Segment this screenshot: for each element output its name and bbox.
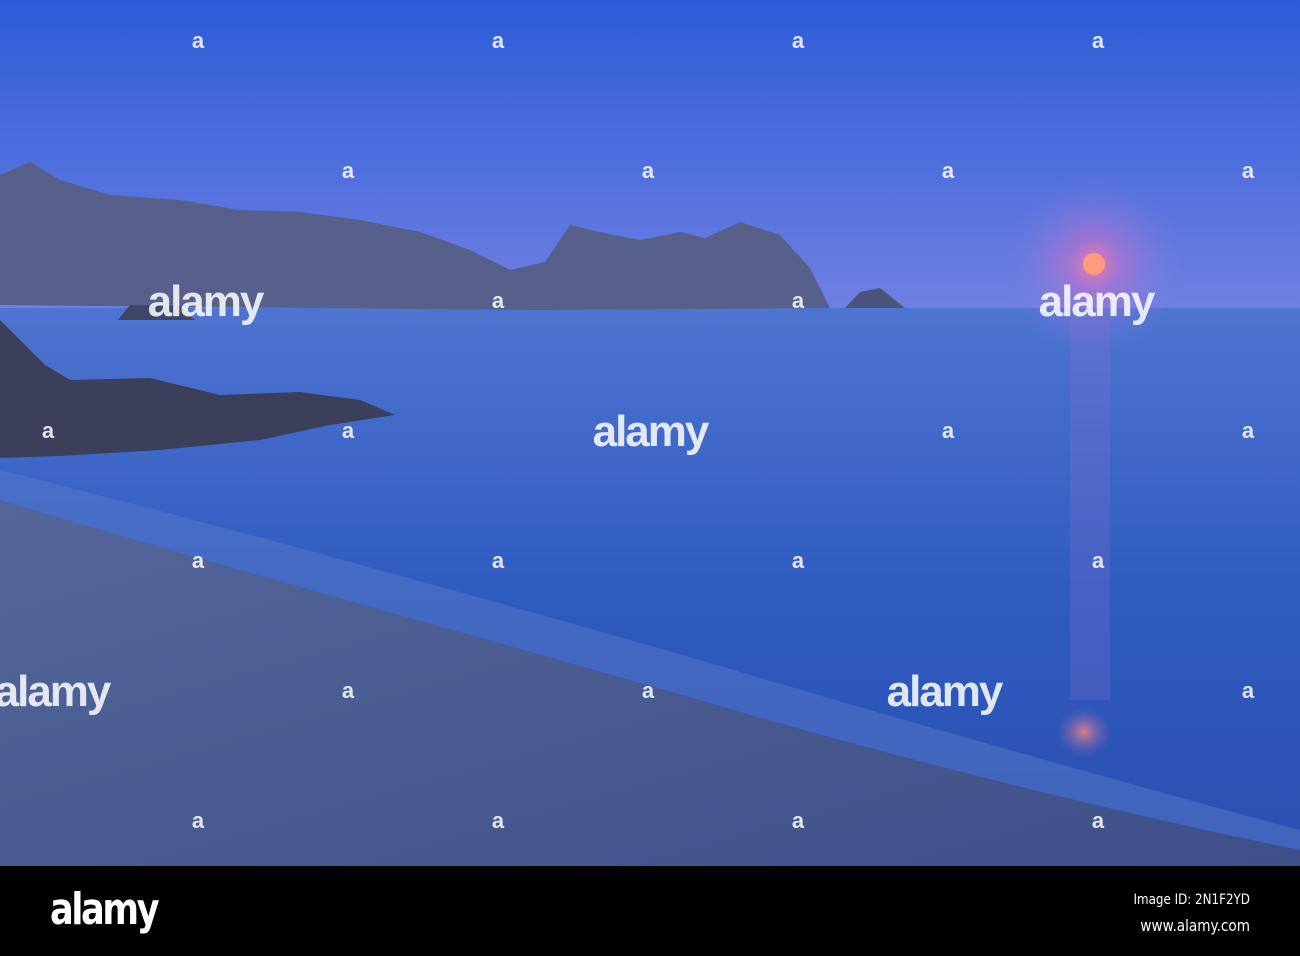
- svg-text:a: a: [1242, 158, 1255, 183]
- svg-text:a: a: [192, 548, 205, 573]
- svg-text:a: a: [1092, 548, 1105, 573]
- svg-text:a: a: [792, 548, 805, 573]
- svg-text:a: a: [192, 28, 205, 53]
- moon: [1083, 253, 1105, 275]
- svg-text:a: a: [792, 28, 805, 53]
- svg-text:a: a: [492, 28, 505, 53]
- moon-reflection-trail: [1070, 320, 1110, 700]
- svg-text:a: a: [792, 808, 805, 833]
- svg-text:a: a: [1092, 28, 1105, 53]
- svg-text:a: a: [942, 418, 955, 443]
- svg-text:alamy: alamy: [1039, 277, 1156, 326]
- svg-text:a: a: [1242, 678, 1255, 703]
- svg-text:a: a: [42, 418, 55, 443]
- svg-text:a: a: [192, 808, 205, 833]
- moon-reflection: [1056, 706, 1112, 758]
- svg-text:a: a: [1242, 418, 1255, 443]
- svg-text:a: a: [792, 288, 805, 313]
- footer: alamy Image ID: 2N1F2YD www.alamy.com: [0, 866, 1300, 956]
- image-id: Image ID: 2N1F2YD: [1133, 892, 1250, 908]
- site-url: www.alamy.com: [1140, 916, 1250, 935]
- svg-text:a: a: [492, 548, 505, 573]
- svg-text:a: a: [492, 808, 505, 833]
- svg-text:a: a: [342, 418, 355, 443]
- svg-text:a: a: [642, 158, 655, 183]
- svg-text:alamy: alamy: [148, 277, 265, 326]
- svg-text:alamy: alamy: [887, 667, 1004, 716]
- photo: a a a a a a a a a a a a a a a a a a a a a a a a a alamy al…: [0, 0, 1300, 866]
- alamy-logo: alamy: [50, 884, 160, 935]
- svg-text:alamy: alamy: [0, 667, 112, 716]
- svg-text:a: a: [492, 288, 505, 313]
- svg-text:alamy: alamy: [593, 407, 710, 456]
- svg-text:a: a: [342, 678, 355, 703]
- svg-text:a: a: [342, 158, 355, 183]
- svg-text:a: a: [642, 678, 655, 703]
- svg-text:a: a: [942, 158, 955, 183]
- svg-text:a: a: [1092, 808, 1105, 833]
